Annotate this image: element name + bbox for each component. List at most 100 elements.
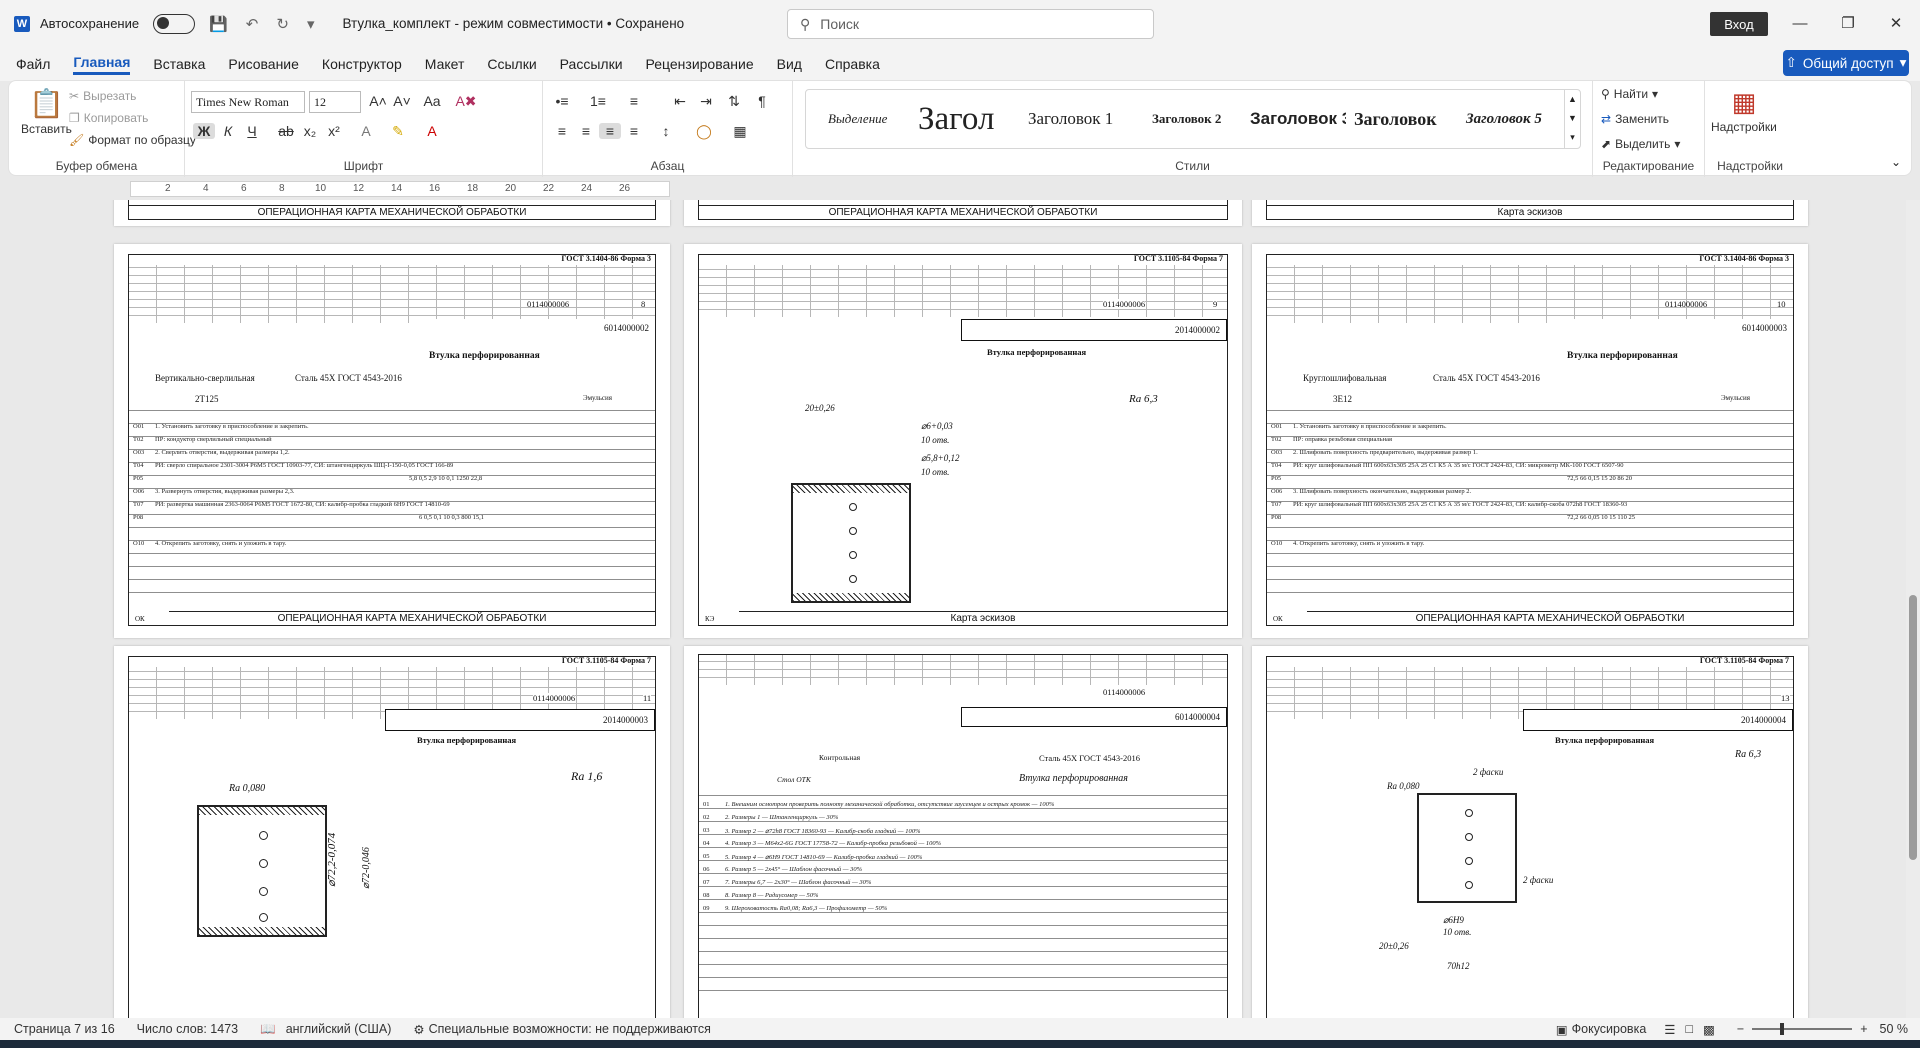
autosave-toggle[interactable] (153, 13, 196, 34)
style-title[interactable]: Загол (918, 90, 994, 148)
focus-icon[interactable]: ▣ (1556, 1022, 1568, 1037)
focus-mode[interactable]: Фокусировка (1572, 1022, 1647, 1036)
tab-layout[interactable]: Макет (425, 56, 465, 72)
collapse-ribbon-icon[interactable]: ⌄ (1891, 155, 1901, 169)
replace-button[interactable]: ⇄ Заменить (1601, 112, 1669, 126)
text-effects-icon[interactable]: A (355, 123, 377, 139)
subscript-button[interactable]: x₂ (299, 123, 321, 139)
horizontal-ruler[interactable]: 2 4 6 8 10 12 14 16 18 20 22 24 26 (130, 181, 670, 197)
tab-draw[interactable]: Рисование (228, 56, 299, 72)
shading-icon[interactable]: ◯ (693, 123, 715, 140)
tab-insert[interactable]: Вставка (153, 56, 205, 72)
zoom-slider-thumb[interactable] (1780, 1023, 1785, 1035)
decrease-indent-icon[interactable]: ⇤ (669, 93, 691, 110)
bold-button[interactable]: Ж (193, 123, 215, 139)
word-app-icon: W (14, 15, 30, 32)
zoom-in-icon[interactable]: + (1860, 1022, 1867, 1036)
tab-mailings[interactable]: Рассылки (560, 56, 623, 72)
word-count[interactable]: Число слов: 1473 (137, 1022, 238, 1036)
page-control-card[interactable]: 0114000006 6014000004 Контрольная Сталь … (684, 646, 1242, 1018)
style-emphasis[interactable]: Выделение (828, 90, 887, 148)
login-button[interactable]: Вход (1710, 12, 1768, 36)
redo-icon[interactable]: ↻ (272, 15, 293, 33)
font-color-icon[interactable]: A (421, 123, 443, 139)
paste-button[interactable]: 📋 Вставить (21, 87, 72, 136)
align-left-icon[interactable]: ≡ (551, 123, 573, 139)
accessibility-status[interactable]: Специальные возможности: не поддерживают… (429, 1022, 711, 1036)
read-mode-icon[interactable]: ☰ (1664, 1022, 1675, 1037)
search-icon: ⚲ (1601, 87, 1610, 101)
style-heading5[interactable]: Заголовок 5 (1466, 90, 1542, 148)
scroll-thumb[interactable] (1909, 595, 1917, 860)
page-indicator[interactable]: Страница 7 из 16 (14, 1022, 115, 1036)
page-sketch-card-3[interactable]: ГОСТ 3.1105-84 Форма 7 13 2014000004 Вту… (1252, 646, 1808, 1018)
tab-design[interactable]: Конструктор (322, 56, 402, 72)
strikethrough-button[interactable]: аb (275, 123, 297, 139)
tab-review[interactable]: Рецензирование (646, 56, 754, 72)
proofing-icon[interactable]: 📖 (260, 1022, 276, 1037)
change-case-icon[interactable]: Aa (421, 93, 443, 109)
style-heading[interactable]: Заголовок (1354, 90, 1437, 148)
style-heading3[interactable]: Заголовок 3 (1250, 90, 1346, 148)
style-heading2[interactable]: Заголовок 2 (1152, 90, 1221, 148)
document-title[interactable]: Втулка_комплект - режим совместимости • … (342, 16, 684, 31)
save-icon[interactable]: 💾 (205, 15, 232, 33)
find-button[interactable]: ⚲ Найти ▾ (1601, 87, 1658, 101)
page-sketch-card-1[interactable]: ГОСТ 3.1105-84 Форма 7 0114000006 9 2014… (684, 244, 1242, 638)
undo-icon[interactable]: ↶ (242, 15, 263, 33)
styles-gallery[interactable]: Выделение Загол Заголовок 1 Заголовок 2 … (805, 89, 1581, 149)
addins-button[interactable]: ▦ Надстройки (1711, 87, 1777, 134)
zoom-level[interactable]: 50 % (1880, 1022, 1909, 1036)
tab-references[interactable]: Ссылки (487, 56, 536, 72)
line-spacing-icon[interactable]: ↕ (655, 123, 677, 139)
zoom-out-icon[interactable]: − (1737, 1022, 1744, 1036)
clear-format-icon[interactable]: A✖ (455, 93, 477, 110)
restore-icon[interactable]: ❐ (1824, 8, 1872, 38)
font-name-select[interactable]: Times New Roman (191, 91, 305, 113)
numbering-icon[interactable]: 1≡ (587, 93, 609, 109)
vertical-scrollbar[interactable] (1906, 200, 1920, 1018)
italic-button[interactable]: К (217, 123, 239, 139)
underline-button[interactable]: Ч (241, 123, 263, 139)
page-operation-card-grinding[interactable]: ГОСТ 3.1404-86 Форма 3 0114000006 10 601… (1252, 244, 1808, 638)
print-layout-icon[interactable]: □ (1686, 1022, 1694, 1036)
tab-help[interactable]: Справка (825, 56, 880, 72)
clipboard-group-label: Буфер обмена (55, 159, 138, 173)
language-indicator[interactable]: английский (США) (286, 1022, 392, 1036)
customize-qat-icon[interactable]: ▾ (303, 15, 319, 33)
close-icon[interactable]: ✕ (1872, 8, 1920, 38)
shrink-font-icon[interactable]: A˅ (391, 93, 413, 109)
select-button[interactable]: ⬈ Выделить ▾ (1601, 137, 1680, 151)
font-size-select[interactable]: 12 (309, 91, 361, 113)
superscript-button[interactable]: x² (323, 123, 345, 139)
multilevel-list-icon[interactable]: ≡ (623, 93, 645, 109)
justify-icon[interactable]: ≡ (623, 123, 645, 139)
tab-view[interactable]: Вид (777, 56, 802, 72)
minimize-icon[interactable]: — (1776, 8, 1824, 38)
format-painter-button[interactable]: 🖌 Формат по образцу (69, 133, 196, 147)
highlight-icon[interactable]: ✎ (387, 123, 409, 140)
search-input[interactable]: ⚲ Поиск (787, 9, 1154, 39)
align-center-icon[interactable]: ≡ (575, 123, 597, 139)
show-marks-icon[interactable]: ¶ (751, 93, 773, 109)
page-operation-card-drilling[interactable]: ГОСТ 3.1404-86 Форма 3 0114000006 8 6014… (114, 244, 670, 638)
style-heading1[interactable]: Заголовок 1 (1028, 90, 1113, 148)
tab-home[interactable]: Главная (73, 54, 131, 75)
zoom-slider[interactable] (1752, 1023, 1853, 1035)
dimension-label: 70h12 (1447, 961, 1470, 971)
page-sketch-card-2[interactable]: ГОСТ 3.1105-84 Форма 7 0114000006 11 201… (114, 646, 670, 1018)
bullets-icon[interactable]: •≡ (551, 93, 573, 109)
accessibility-icon[interactable]: ⚙ (413, 1022, 424, 1037)
increase-indent-icon[interactable]: ⇥ (695, 93, 717, 110)
document-canvas[interactable]: ОПЕРАЦИОННАЯ КАРТА МЕХАНИЧЕСКОЙ ОБРАБОТК… (0, 200, 1906, 1018)
cut-button[interactable]: ✂ Вырезать (69, 89, 136, 103)
grow-font-icon[interactable]: A˄ (367, 93, 389, 109)
align-right-icon[interactable]: ≡ (599, 123, 621, 139)
sort-icon[interactable]: ⇅ (723, 93, 745, 110)
tab-file[interactable]: Файл (16, 56, 50, 72)
share-button[interactable]: ⇧ Общий доступ ▾ (1783, 50, 1909, 76)
copy-button[interactable]: ❐ Копировать (69, 111, 148, 125)
web-layout-icon[interactable]: ▩ (1703, 1022, 1715, 1037)
borders-icon[interactable]: ▦ (729, 123, 751, 140)
styles-scroll-icon[interactable]: ▲ ▼ ▾ (1564, 90, 1580, 148)
